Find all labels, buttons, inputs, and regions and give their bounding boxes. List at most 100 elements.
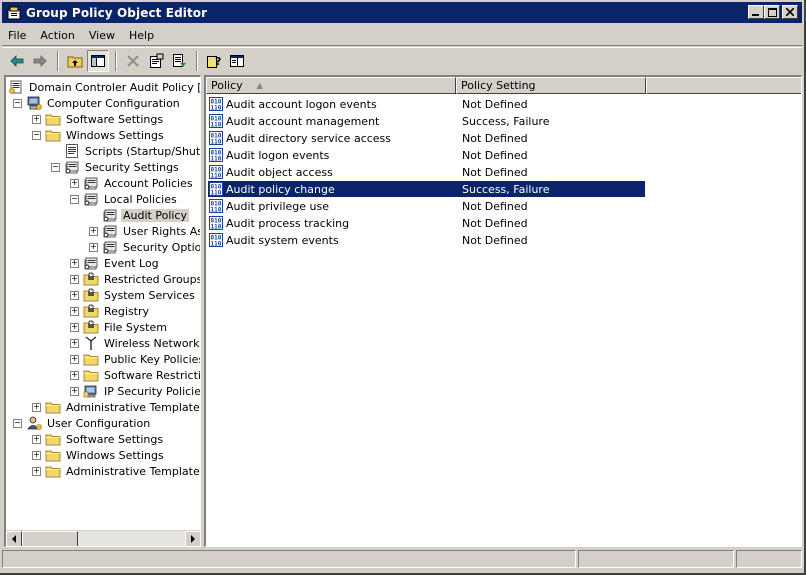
help-button[interactable]: ? (203, 50, 225, 72)
gpo-editor-icon (7, 6, 21, 19)
svg-text:110: 110 (211, 241, 222, 248)
show-description-button[interactable] (226, 50, 248, 72)
tree-node[interactable]: + User Rights Assignment (89, 223, 200, 239)
list-item[interactable]: 010 110 Audit policy change Success, Failur… (208, 181, 645, 197)
forward-button[interactable] (29, 50, 51, 72)
expand-plus-icon[interactable]: + (32, 450, 41, 460)
expand-plus-icon[interactable]: + (32, 434, 41, 444)
tree-node[interactable]: Scripts (Startup/Shutdown) (51, 143, 200, 159)
expand-plus-icon[interactable]: + (89, 242, 98, 252)
expand-plus-icon[interactable]: + (70, 370, 79, 380)
minimize-button[interactable] (748, 5, 764, 19)
collapse-minus-icon[interactable]: − (13, 418, 22, 428)
tree-node[interactable]: − Local Policies (70, 191, 179, 207)
expand-plus-icon[interactable]: + (70, 338, 79, 348)
expand-plus-icon[interactable]: + (70, 258, 79, 268)
scrollbar-thumb[interactable] (22, 531, 78, 546)
expand-plus-icon[interactable]: + (70, 386, 79, 396)
tree-node[interactable]: + Event Log (70, 255, 161, 271)
list-item[interactable]: 010 110 Audit account logon events Not Defi… (208, 96, 645, 112)
export-list-button[interactable] (168, 50, 190, 72)
list-item[interactable]: 010 110 Audit object access Not Defined (208, 164, 645, 180)
tree-node[interactable]: + File System (70, 319, 169, 335)
folder-icon (45, 130, 61, 142)
tree-node[interactable]: + Software Settings (32, 111, 165, 127)
back-button[interactable] (6, 50, 28, 72)
expand-plus-icon[interactable]: + (70, 274, 79, 284)
toolbar-separator (57, 50, 59, 71)
folder-icon (45, 450, 61, 462)
policy-name: Audit object access (226, 165, 333, 179)
menu-help[interactable]: Help (129, 29, 154, 42)
delete-button[interactable] (122, 50, 144, 72)
tree-node[interactable]: + Administrative Templates (32, 463, 200, 479)
tree-node[interactable]: + Software Settings (32, 431, 165, 447)
tree-node[interactable]: − Security Settings (51, 159, 181, 175)
title-bar[interactable]: Group Policy Object Editor (2, 2, 802, 23)
antenna-icon (85, 336, 97, 350)
menu-action[interactable]: Action (40, 29, 74, 42)
tree-node[interactable]: + Administrative Templates (32, 399, 200, 415)
column-header-policy[interactable]: Policy ▲ (206, 77, 456, 94)
expand-plus-icon[interactable]: + (70, 322, 79, 332)
expand-plus-icon[interactable]: + (70, 290, 79, 300)
up-one-level-button[interactable] (64, 50, 86, 72)
expand-plus-icon[interactable]: + (70, 354, 79, 364)
tree-node[interactable]: + Security Options (89, 239, 200, 255)
console-tree[interactable]: Domain Controler Audit Policy [jitse−Com… (4, 75, 201, 547)
tree-node-label: Account Policies (104, 176, 193, 190)
collapse-minus-icon[interactable]: − (70, 194, 79, 204)
tree-node[interactable]: + Public Key Policies (70, 351, 201, 367)
collapse-minus-icon[interactable]: − (51, 162, 60, 172)
menu-file[interactable]: File (8, 29, 26, 42)
help-icon: ? (207, 55, 221, 68)
policy-cell: 010 110 Audit account logon events (208, 96, 460, 112)
tree-node[interactable]: + IP Security Policies on Active Director… (70, 383, 201, 399)
tree-node-label: Public Key Policies (104, 352, 201, 366)
tree-node[interactable]: + Wireless Network (IEEE 802.11) Policies (70, 335, 200, 351)
tree-node[interactable]: Audit Policy (89, 207, 189, 223)
tree-node-label: IP Security Policies on Active Directory (104, 384, 201, 398)
list-item[interactable]: 010 110 Audit account management Success, F… (208, 113, 645, 129)
tree-node[interactable]: − User Configuration (13, 415, 152, 431)
panes: Domain Controler Audit Policy [jitse−Com… (4, 75, 802, 547)
collapse-minus-icon[interactable]: − (13, 98, 22, 108)
list-item[interactable]: 010 110 Audit privilege use Not Defined (208, 198, 645, 214)
column-header-policy-setting[interactable]: Policy Setting (456, 77, 646, 94)
audit-policy-icon: 010110 (209, 165, 223, 180)
tree-node[interactable]: − Windows Settings (32, 127, 166, 143)
policy-name: Audit privilege use (226, 199, 330, 213)
expand-plus-icon[interactable]: + (70, 306, 79, 316)
policy-name: Audit directory service access (226, 131, 392, 145)
scroll-right-button[interactable] (185, 531, 200, 546)
list-item[interactable]: 010 110 Audit system events Not Defined (208, 232, 645, 248)
tree-node[interactable]: + Account Policies (70, 175, 195, 191)
tree-node[interactable]: + Software Restriction Policies (70, 367, 200, 383)
collapse-minus-icon[interactable]: − (32, 130, 41, 140)
tree-node[interactable]: + System Services (70, 287, 197, 303)
scroll-left-button[interactable] (6, 531, 22, 546)
tree-node[interactable]: Domain Controler Audit Policy [jitse (8, 79, 200, 95)
tree-node[interactable]: + Windows Settings (32, 447, 166, 463)
tree-node[interactable]: + Restricted Groups (70, 271, 200, 287)
list-item[interactable]: 010 110 Audit process tracking Not Defined (208, 215, 645, 231)
close-button[interactable] (782, 5, 798, 19)
close-icon (786, 8, 794, 16)
tree-node[interactable]: − Computer Configuration (13, 95, 182, 111)
expand-plus-icon[interactable]: + (32, 402, 41, 412)
expand-plus-icon[interactable]: + (70, 178, 79, 188)
list-item[interactable]: 010 110 Audit directory service access Not … (208, 130, 645, 146)
list-item[interactable]: 010 110 Audit logon events Not Defined (208, 147, 645, 163)
sort-ascending-icon: ▲ (256, 81, 263, 90)
expand-plus-icon[interactable]: + (32, 466, 41, 476)
horizontal-scrollbar[interactable] (6, 530, 200, 546)
maximize-button[interactable] (764, 5, 780, 19)
expand-plus-icon[interactable]: + (32, 114, 41, 124)
menu-view[interactable]: View (89, 29, 115, 42)
properties-button[interactable] (145, 50, 167, 72)
app-window: Group Policy Object Editor File Action V… (0, 0, 806, 575)
expand-plus-icon[interactable]: + (89, 226, 98, 236)
details-list[interactable]: Policy ▲ Policy Setting 010 110 Audit acco… (204, 75, 802, 547)
show-hide-tree-button[interactable] (87, 49, 109, 72)
tree-node[interactable]: + Registry (70, 303, 151, 319)
